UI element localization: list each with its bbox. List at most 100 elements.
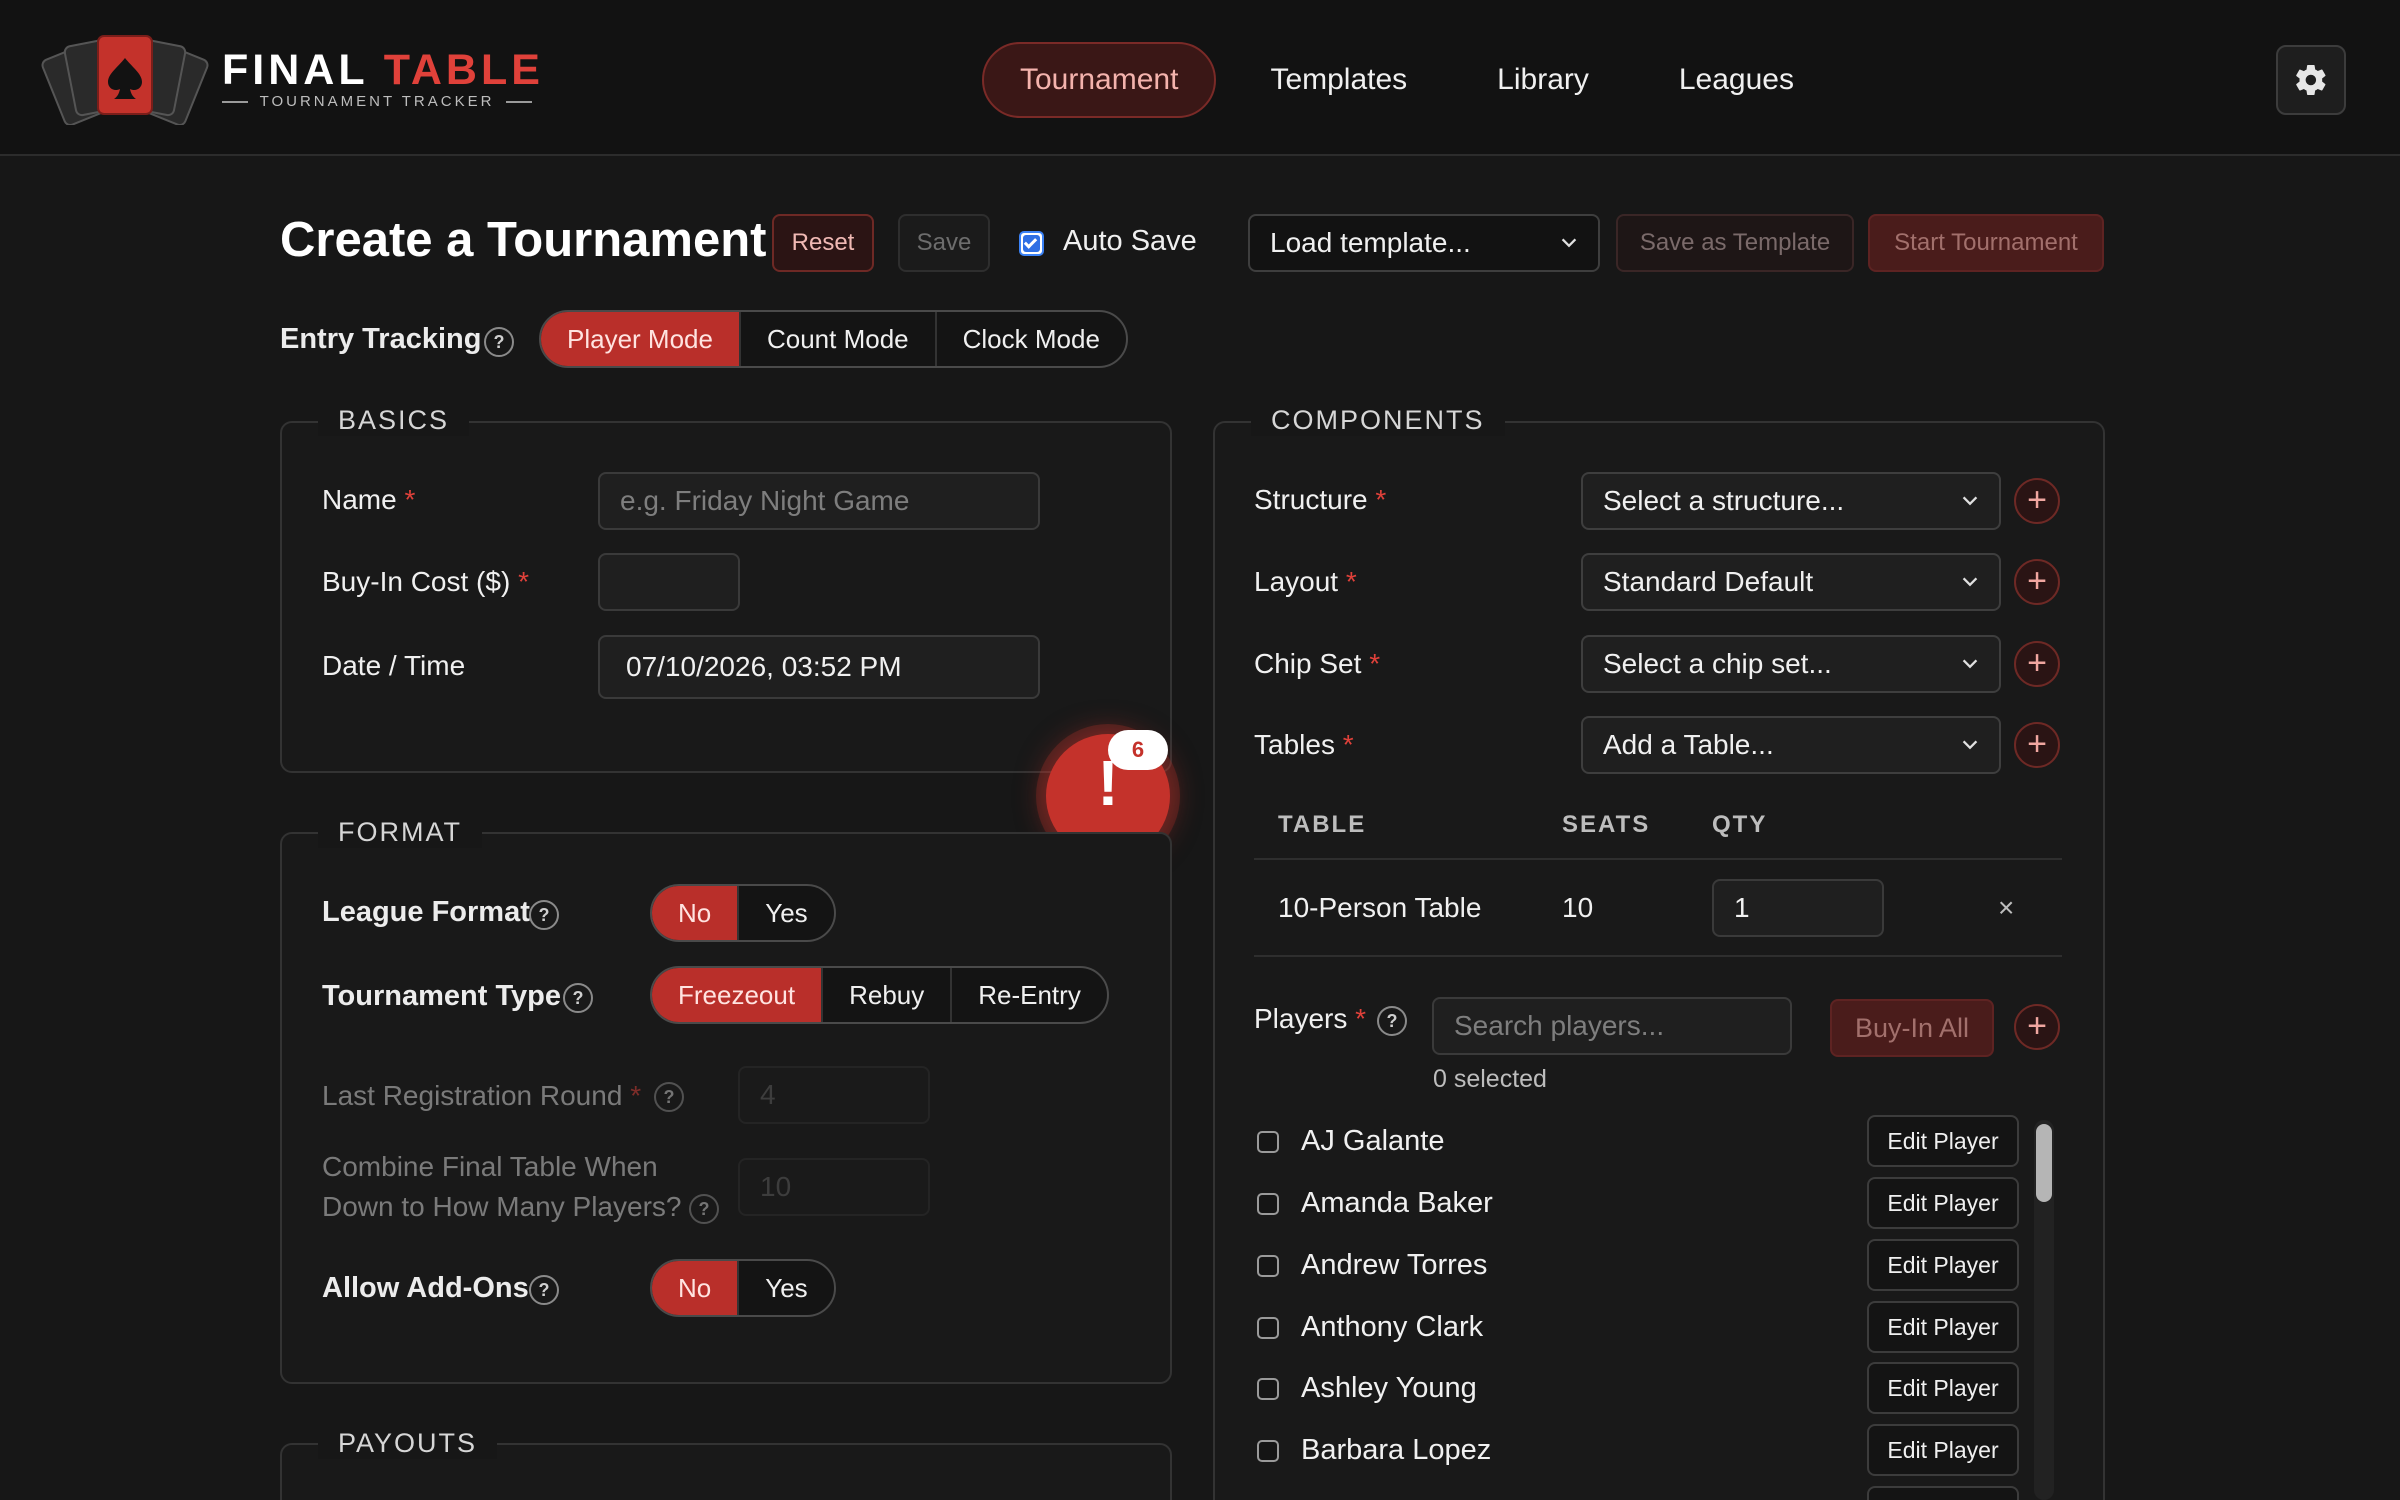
- nav-library[interactable]: Library: [1461, 42, 1625, 118]
- count-mode-option[interactable]: Count Mode: [741, 312, 937, 366]
- chevron-down-icon: [1962, 496, 1978, 506]
- add-player-button[interactable]: +: [2014, 1004, 2060, 1050]
- player-checkbox[interactable]: [1257, 1378, 1279, 1400]
- player-checkbox[interactable]: [1257, 1440, 1279, 1462]
- load-template-select[interactable]: Load template...: [1248, 214, 1600, 272]
- player-name: Andrew Torres: [1301, 1249, 1488, 1281]
- player-row: Amanda Baker Edit Player: [1255, 1177, 2025, 1233]
- nav-tournament[interactable]: Tournament: [982, 42, 1217, 118]
- player-mode-option[interactable]: Player Mode: [541, 312, 741, 366]
- name-input[interactable]: e.g. Friday Night Game: [598, 472, 1040, 530]
- edit-player-button[interactable]: Edit Player: [1867, 1239, 2019, 1291]
- structure-select[interactable]: Select a structure...: [1581, 472, 2001, 530]
- structure-label: Structure *: [1254, 484, 1387, 515]
- table-header-qty: QTY: [1712, 811, 1768, 838]
- start-tournament-button[interactable]: Start Tournament: [1868, 214, 2104, 272]
- add-ons-yes[interactable]: Yes: [739, 1261, 833, 1315]
- players-help-icon[interactable]: ?: [1377, 1006, 1407, 1036]
- search-players-input[interactable]: Search players...: [1432, 997, 1792, 1055]
- add-chip-set-button[interactable]: +: [2014, 641, 2060, 687]
- league-format-yes[interactable]: Yes: [739, 886, 833, 940]
- chip-set-select[interactable]: Select a chip set...: [1581, 635, 2001, 693]
- brand-subtitle: TOURNAMENT TRACKER: [222, 93, 533, 110]
- add-structure-button[interactable]: +: [2014, 478, 2060, 524]
- table-row-seats: 10: [1562, 892, 1594, 923]
- brand-name: FINAL TABLE: [222, 46, 544, 94]
- gear-icon: [2296, 64, 2326, 96]
- main-nav: Tournament Templates Library Leagues: [982, 42, 1830, 118]
- player-name: Amanda Baker: [1301, 1187, 1493, 1219]
- payouts-legend: PAYOUTS: [318, 1428, 498, 1459]
- combine-final-table-label-line2: Down to How Many Players?: [322, 1191, 682, 1222]
- rebuy-option[interactable]: Rebuy: [823, 968, 953, 1022]
- freezeout-option[interactable]: Freezeout: [652, 968, 824, 1022]
- add-layout-button[interactable]: +: [2014, 559, 2060, 605]
- player-row: Ashley Young Edit Player: [1255, 1362, 2025, 1418]
- entry-tracking-label: Entry Tracking: [280, 323, 482, 355]
- chevron-down-icon: [1561, 238, 1577, 248]
- edit-player-button[interactable]: Edit Player: [1867, 1301, 2019, 1353]
- tables-select[interactable]: Add a Table...: [1581, 716, 2001, 774]
- save-button[interactable]: Save: [898, 214, 990, 272]
- nav-leagues[interactable]: Leagues: [1643, 42, 1830, 118]
- table-header-table: TABLE: [1278, 811, 1367, 838]
- edit-player-button-partial[interactable]: [1867, 1486, 2019, 1500]
- player-checkbox[interactable]: [1257, 1193, 1279, 1215]
- chip-set-label: Chip Set *: [1254, 648, 1381, 679]
- last-registration-input[interactable]: 4: [738, 1066, 930, 1124]
- edit-player-button[interactable]: Edit Player: [1867, 1115, 2019, 1167]
- layout-select-value: Standard Default: [1603, 566, 1814, 597]
- auto-save-label: Auto Save: [1063, 225, 1197, 257]
- clock-mode-option[interactable]: Clock Mode: [937, 312, 1126, 366]
- app-logo[interactable]: FINAL TABLE TOURNAMENT TRACKER: [40, 30, 540, 125]
- allow-add-ons-help-icon[interactable]: ?: [529, 1275, 559, 1305]
- last-registration-help-icon[interactable]: ?: [654, 1082, 684, 1112]
- add-table-button[interactable]: +: [2014, 722, 2060, 768]
- page-title: Create a Tournament: [280, 213, 767, 267]
- name-label: Name *: [322, 484, 416, 515]
- entry-tracking-help-icon[interactable]: ?: [484, 327, 514, 357]
- chevron-down-icon: [1962, 659, 1978, 669]
- player-row: Anthony Clark Edit Player: [1255, 1301, 2025, 1357]
- table-header-divider: [1254, 858, 2062, 860]
- player-checkbox[interactable]: [1257, 1255, 1279, 1277]
- edit-player-button[interactable]: Edit Player: [1867, 1177, 2019, 1229]
- allow-add-ons-label: Allow Add-Ons: [322, 1272, 529, 1304]
- add-ons-no[interactable]: No: [652, 1261, 740, 1315]
- player-checkbox[interactable]: [1257, 1317, 1279, 1339]
- league-format-label: League Format: [322, 896, 530, 928]
- tables-select-value: Add a Table...: [1603, 729, 1774, 760]
- top-bar: FINAL TABLE TOURNAMENT TRACKER Tournamen…: [0, 0, 2400, 156]
- combine-final-table-input[interactable]: 10: [738, 1158, 930, 1216]
- date-time-input[interactable]: 07/10/2026, 03:52 PM: [598, 635, 1040, 699]
- layout-label: Layout *: [1254, 566, 1357, 597]
- buy-in-all-button[interactable]: Buy-In All: [1830, 999, 1994, 1057]
- combine-final-table-help-icon[interactable]: ?: [689, 1194, 719, 1224]
- auto-save-checkbox[interactable]: [1019, 231, 1044, 256]
- tournament-type-help-icon[interactable]: ?: [563, 983, 593, 1013]
- tournament-type-toggle: Freezeout Rebuy Re-Entry: [650, 966, 1109, 1024]
- edit-player-button[interactable]: Edit Player: [1867, 1362, 2019, 1414]
- re-entry-option[interactable]: Re-Entry: [952, 968, 1107, 1022]
- selected-count: 0 selected: [1433, 1065, 1547, 1093]
- table-row-qty-input[interactable]: 1: [1712, 879, 1884, 937]
- buyin-cost-input[interactable]: [598, 553, 740, 611]
- combine-final-table-label-line1: Combine Final Table When: [322, 1151, 658, 1182]
- edit-player-button[interactable]: Edit Player: [1867, 1424, 2019, 1476]
- players-scrollbar-thumb[interactable]: [2036, 1124, 2052, 1202]
- reset-button[interactable]: Reset: [772, 214, 874, 272]
- load-template-value: Load template...: [1270, 227, 1471, 258]
- last-registration-label: Last Registration Round *: [322, 1080, 642, 1111]
- buyin-cost-label: Buy-In Cost ($) *: [322, 566, 529, 597]
- save-as-template-button[interactable]: Save as Template: [1616, 214, 1854, 272]
- league-format-no[interactable]: No: [652, 886, 740, 940]
- player-name: Ashley Young: [1301, 1372, 1477, 1404]
- remove-table-icon[interactable]: ×: [1998, 892, 2014, 924]
- league-format-help-icon[interactable]: ?: [529, 900, 559, 930]
- tables-label: Tables *: [1254, 729, 1354, 760]
- settings-button[interactable]: [2276, 45, 2346, 115]
- nav-templates[interactable]: Templates: [1234, 42, 1443, 118]
- table-row-divider: [1254, 955, 2062, 957]
- layout-select[interactable]: Standard Default: [1581, 553, 2001, 611]
- player-checkbox[interactable]: [1257, 1131, 1279, 1153]
